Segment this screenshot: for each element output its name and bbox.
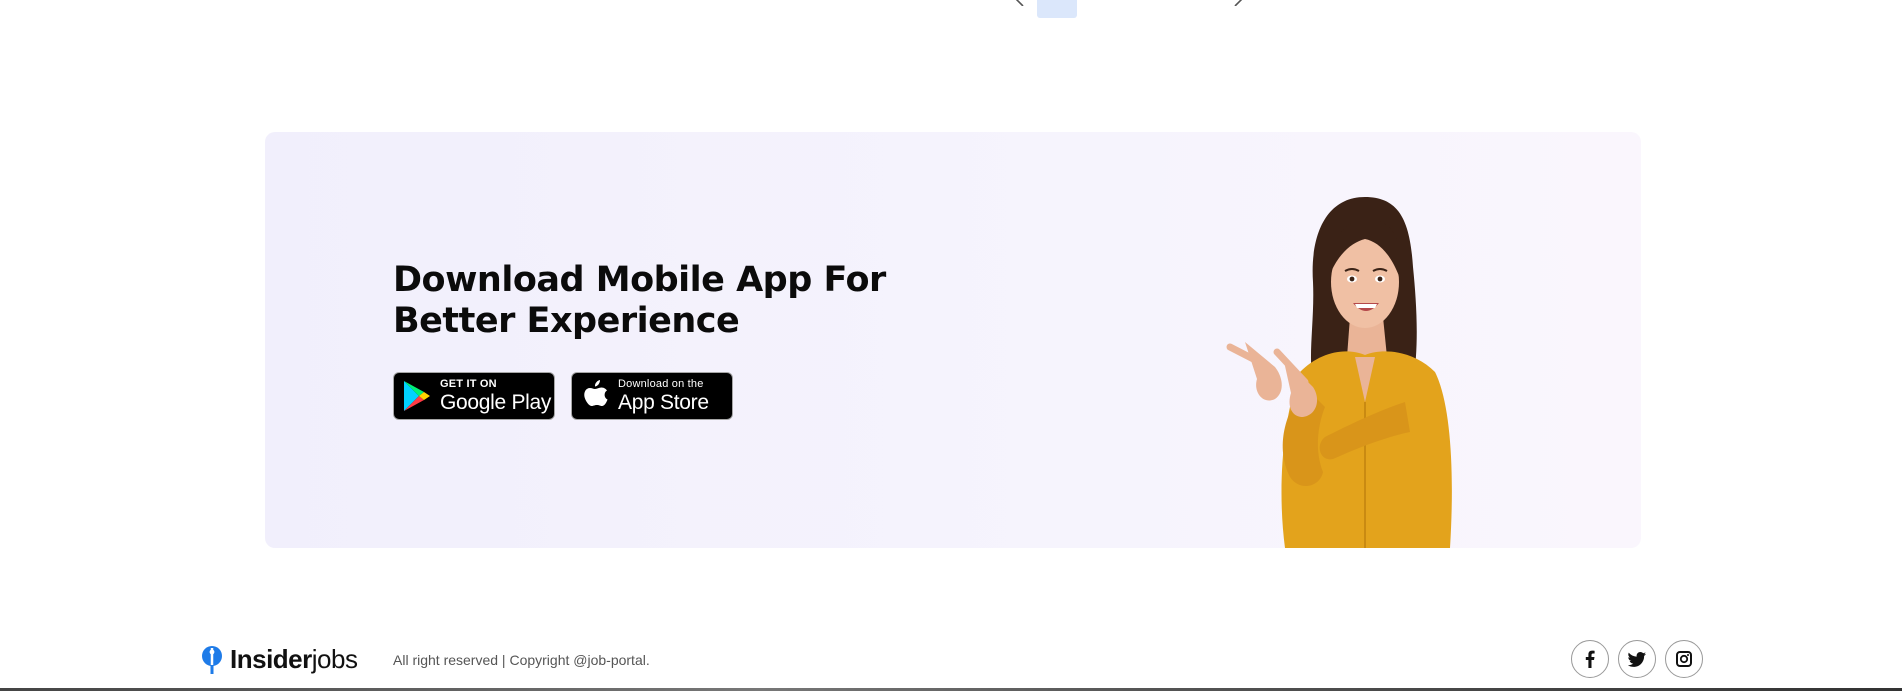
insiderjobs-logo[interactable]: Insiderjobs <box>200 644 358 675</box>
google-play-icon <box>394 373 440 419</box>
pagination-next[interactable] <box>1225 0 1251 18</box>
smiling-woman-image <box>1226 197 1452 548</box>
logo-bold-text: Insider <box>230 644 312 674</box>
chevron-right-icon <box>1234 0 1243 6</box>
instagram-icon <box>1676 651 1692 667</box>
twitter-icon <box>1628 651 1646 667</box>
download-app-banner: Download Mobile App For Better Experienc… <box>265 132 1641 548</box>
facebook-button[interactable] <box>1571 640 1609 678</box>
person-icon <box>202 645 222 674</box>
social-links <box>1571 640 1703 678</box>
banner-title: Download Mobile App For Better Experienc… <box>393 260 913 342</box>
logo-light-text: jobs <box>311 644 358 674</box>
banner-title-line2: Better Experience <box>393 301 740 341</box>
apple-icon <box>572 373 618 419</box>
instagram-button[interactable] <box>1665 640 1703 678</box>
banner-title-line1: Download Mobile App For <box>393 260 886 300</box>
google-play-button[interactable]: GET IT ON Google Play <box>393 372 555 420</box>
twitter-button[interactable] <box>1618 640 1656 678</box>
page-4[interactable]: 4 <box>1181 0 1221 18</box>
page-3[interactable]: 3 <box>1133 0 1173 18</box>
app-store-button[interactable]: Download on the App Store <box>571 372 733 420</box>
chevron-left-icon <box>1015 0 1024 6</box>
facebook-icon <box>1585 650 1595 668</box>
google-play-small-label: GET IT ON <box>440 378 497 390</box>
page-2[interactable]: 2 <box>1085 0 1125 18</box>
google-play-big-label: Google Play <box>440 391 552 414</box>
pagination-prev[interactable] <box>1007 0 1033 18</box>
app-store-big-label: App Store <box>618 391 709 414</box>
page-1[interactable]: 1 <box>1037 0 1077 18</box>
copyright-text: All right reserved | Copyright @job-port… <box>393 652 650 668</box>
pagination: 1 2 3 4 <box>1007 0 1251 18</box>
app-store-small-label: Download on the <box>618 378 704 390</box>
footer: Insiderjobs All right reserved | Copyrig… <box>0 640 1902 680</box>
